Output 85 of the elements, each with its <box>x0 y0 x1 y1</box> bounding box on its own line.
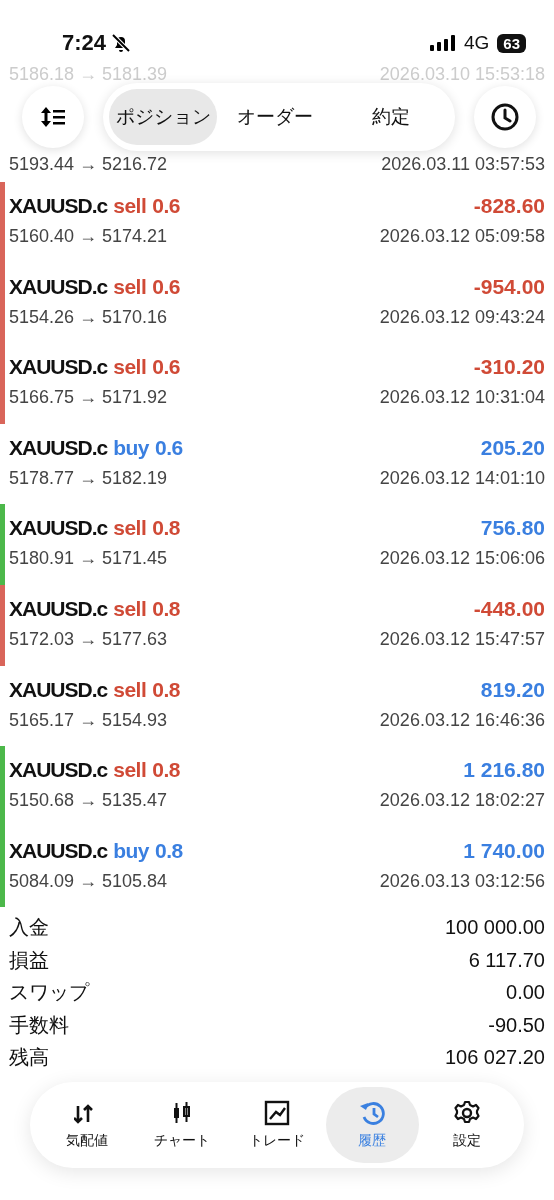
lot-size: 0.6 <box>155 435 183 460</box>
price-range: 5154.26 → 5170.16 <box>9 306 168 328</box>
network-label: 4G <box>463 32 490 54</box>
symbol-label: XAUUSD.c <box>9 838 108 863</box>
price-range: 5166.75 → 5171.92 <box>9 387 168 409</box>
trade-side: buy <box>113 838 150 863</box>
nav-item[interactable]: 設定 <box>420 1086 514 1163</box>
symbol-label: XAUUSD.c <box>9 274 108 299</box>
lot-size: 0.8 <box>152 596 180 621</box>
summary-label: 残高 <box>9 1045 49 1071</box>
sort-button[interactable] <box>22 86 84 148</box>
battery-indicator: 63 <box>497 33 526 53</box>
deal-time: 2026.03.12 16:46:36 <box>379 709 545 731</box>
summary-value: 0.00 <box>506 981 545 1005</box>
history-icon <box>359 1099 386 1126</box>
symbol-label: XAUUSD.c <box>9 355 108 380</box>
lot-size: 0.6 <box>152 274 180 299</box>
profit-value: 1 740.00 <box>463 838 545 863</box>
status-time: 7:24 <box>62 30 107 56</box>
summary-value: 106 027.20 <box>444 1046 545 1070</box>
symbol-label: XAUUSD.c <box>9 516 108 541</box>
deal-time: 2026.03.12 15:06:06 <box>379 548 545 570</box>
lot-size: 0.6 <box>152 194 180 218</box>
lot-size: 0.8 <box>155 838 183 863</box>
summary-label: 入金 <box>9 915 49 941</box>
clock-button[interactable] <box>474 86 536 148</box>
price-range: 5084.09 → 5105.84 <box>9 870 168 892</box>
deal-time: 2026.03.12 18:02:27 <box>379 790 545 812</box>
deal-time: 2026.03.12 14:01:10 <box>379 467 545 489</box>
trade-side: sell <box>113 194 147 218</box>
tab[interactable]: 約定 <box>333 89 449 145</box>
deal-time: 2026.03.11 03:57:53 <box>381 153 545 175</box>
bell-slash-icon <box>110 32 133 54</box>
summary-value: 100 000.00 <box>444 916 545 940</box>
nav-item[interactable]: 気配値 <box>40 1086 134 1163</box>
trade-side: sell <box>113 355 147 380</box>
symbol-label: XAUUSD.c <box>9 677 108 702</box>
deal-time: 2026.03.12 15:47:57 <box>379 628 545 650</box>
profit-value: 205.20 <box>480 435 545 460</box>
trade-side: sell <box>113 596 147 621</box>
price-range: 5165.17 → 5154.93 <box>9 709 168 731</box>
symbol-label: XAUUSD.c <box>9 758 108 783</box>
trade-side: buy <box>113 435 150 460</box>
lot-size: 0.8 <box>152 677 180 702</box>
symbol-label: XAUUSD.c <box>9 194 108 218</box>
deal-time: 2026.03.12 10:31:04 <box>379 387 545 409</box>
symbol-label: XAUUSD.c <box>9 435 108 460</box>
clock-icon <box>490 102 520 132</box>
price-range: 5178.77 → 5182.19 <box>9 467 168 489</box>
trade-side: sell <box>113 274 147 299</box>
symbol-label: XAUUSD.c <box>9 596 108 621</box>
trade-side: sell <box>113 677 147 702</box>
price-range: 5160.40 → 5174.21 <box>9 226 168 247</box>
trade-side: sell <box>113 516 147 541</box>
summary-label: 手数料 <box>9 1012 69 1038</box>
nav-item[interactable]: トレード <box>230 1086 324 1163</box>
deal-time: 2026.03.13 03:12:56 <box>379 870 545 892</box>
profit-value: 756.80 <box>480 516 545 541</box>
lot-size: 0.6 <box>152 355 180 380</box>
signal-icon <box>429 35 456 51</box>
summary-label: スワップ <box>9 980 89 1006</box>
deal-time: 2026.03.12 09:43:24 <box>379 306 545 328</box>
profit-value: -448.00 <box>473 596 545 621</box>
summary-value: 6 117.70 <box>468 948 545 972</box>
lot-size: 0.8 <box>152 758 180 783</box>
price-range: 5193.44 → 5216.72 <box>9 153 168 175</box>
summary-value: -90.50 <box>488 1013 545 1037</box>
tab[interactable]: オーダー <box>217 89 333 145</box>
profit-value: 819.20 <box>480 677 545 702</box>
profit-value: -310.20 <box>473 355 545 380</box>
tab[interactable]: ポジション <box>109 89 217 145</box>
sort-icon <box>40 106 66 128</box>
summary-label: 損益 <box>9 947 49 973</box>
line-chart-icon <box>264 1099 290 1126</box>
profit-value: 1 216.80 <box>463 758 545 783</box>
profit-value: -828.60 <box>473 194 545 218</box>
lot-size: 0.8 <box>152 516 180 541</box>
profit-value: -954.00 <box>473 274 545 299</box>
price-range: 5150.68 → 5135.47 <box>9 790 168 812</box>
price-range: 5180.91 → 5171.45 <box>9 548 168 570</box>
nav-item[interactable]: チャート <box>135 1086 229 1163</box>
deal-time: 2026.03.12 05:09:58 <box>379 226 545 247</box>
trade-side: sell <box>113 758 147 783</box>
price-range: 5172.03 → 5177.63 <box>9 628 168 650</box>
settings-icon <box>454 1099 481 1126</box>
